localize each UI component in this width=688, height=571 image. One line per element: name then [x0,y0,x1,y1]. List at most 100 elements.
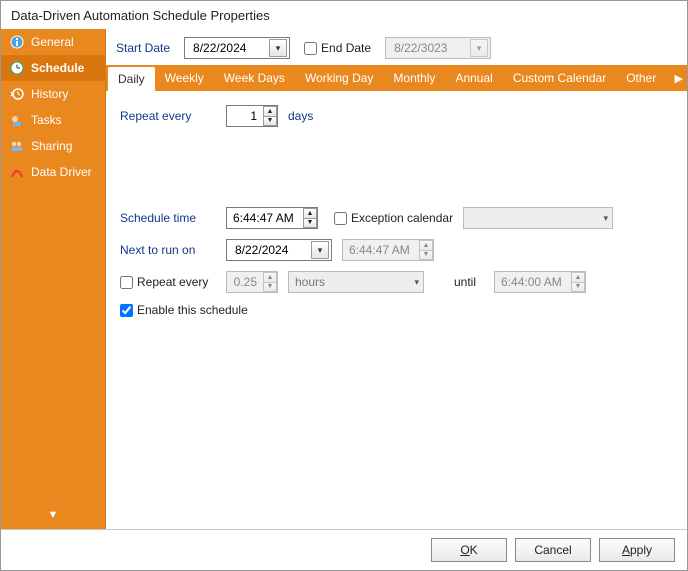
cancel-button[interactable]: Cancel [515,538,591,562]
repeat-unit-value: hours [295,275,325,289]
repeat-days-field[interactable]: ▲▼ [226,105,278,127]
sidebar-item-label: Sharing [31,139,72,153]
tab-weekly[interactable]: Weekly [155,65,214,91]
end-date-checkbox[interactable] [304,42,317,55]
info-icon [9,34,25,50]
history-icon [9,86,25,102]
schedule-time-input[interactable] [231,209,301,227]
tab-custom-calendar[interactable]: Custom Calendar [503,65,616,91]
sharing-icon [9,138,25,154]
end-date-input [392,39,466,57]
next-run-time-input [347,241,417,259]
spin-up-icon: ▲ [264,273,276,282]
sidebar-item-history[interactable]: History [1,81,105,107]
date-range-row: Start Date ▾ End Date ▾ [106,29,687,65]
tab-content: Repeat every ▲▼ days Schedule time ▲▼ [106,91,687,529]
sidebar-item-label: History [31,87,68,101]
sidebar-item-sharing[interactable]: Sharing [1,133,105,159]
next-run-date-dropdown-icon[interactable]: ▾ [311,241,329,259]
tab-scroll-right-icon[interactable]: ▶ [675,65,683,91]
sidebar-expand-arrow[interactable]: ▼ [1,509,105,521]
tab-week-days[interactable]: Week Days [214,65,295,91]
chevron-down-icon: ▾ [414,277,419,288]
tab-working-day[interactable]: Working Day [295,65,383,91]
tab-monthly[interactable]: Monthly [383,65,445,91]
sidebar-item-label: Tasks [31,113,62,127]
start-date-field[interactable]: ▾ [184,37,290,59]
spin-up-icon[interactable]: ▲ [264,107,276,116]
title-bar: Data-Driven Automation Schedule Properti… [1,1,687,29]
schedule-time-row: Schedule time ▲▼ Exception calendar ▾ [120,207,673,229]
dialog-body: General Schedule History Tasks [1,29,687,529]
repeat-unit-combo: hours ▾ [288,271,424,293]
tasks-icon [9,112,25,128]
end-date-checkbox-wrap[interactable]: End Date [304,41,371,55]
until-time-input [499,273,569,291]
dialog-footer: OK Cancel Apply [1,529,687,570]
apply-button[interactable]: Apply [599,538,675,562]
enable-checkbox-wrap[interactable]: Enable this schedule [120,303,248,317]
ok-button[interactable]: OK [431,538,507,562]
repeat-days-label: Repeat every [120,109,216,123]
window-title: Data-Driven Automation Schedule Properti… [11,8,270,23]
repeat-days-row: Repeat every ▲▼ days [120,105,673,127]
main-panel: Start Date ▾ End Date ▾ Daily Weekly Wee… [105,29,687,529]
sidebar-item-label: Schedule [31,61,84,75]
sidebar: General Schedule History Tasks [1,29,105,529]
frequency-tabstrip: Daily Weekly Week Days Working Day Month… [106,65,687,91]
content-spacer [120,137,673,207]
schedule-time-field[interactable]: ▲▼ [226,207,318,229]
next-run-time-field: ▲▼ [342,239,434,261]
tab-other[interactable]: Other [616,65,666,91]
repeat-days-spinner[interactable]: ▲▼ [263,106,277,126]
schedule-time-spinner[interactable]: ▲▼ [303,208,317,228]
spin-down-icon[interactable]: ▼ [304,218,316,228]
schedule-time-label: Schedule time [120,211,216,225]
dialog-window: Data-Driven Automation Schedule Properti… [0,0,688,571]
spin-up-icon: ▲ [420,241,432,250]
sidebar-item-data-driver[interactable]: Data Driver [1,159,105,185]
repeat-interval-label: Repeat every [137,275,208,289]
spin-up-icon[interactable]: ▲ [304,209,316,218]
enable-checkbox[interactable] [120,304,133,317]
until-label: until [454,275,476,289]
start-date-label: Start Date [116,41,170,55]
sidebar-item-schedule[interactable]: Schedule [1,55,105,81]
next-run-time-spinner: ▲▼ [419,240,433,260]
sidebar-item-label: General [31,35,74,49]
clock-icon [9,60,25,76]
enable-label: Enable this schedule [137,303,248,317]
next-run-date-input[interactable] [233,241,307,259]
repeat-days-unit: days [288,109,313,123]
tab-daily[interactable]: Daily [108,67,155,91]
end-date-dropdown-icon: ▾ [470,39,488,57]
start-date-input[interactable] [191,39,265,57]
repeat-interval-row: Repeat every ▲▼ hours ▾ until ▲▼ [120,271,673,293]
data-driver-icon [9,164,25,180]
tab-annual[interactable]: Annual [445,65,502,91]
repeat-interval-checkbox-wrap[interactable]: Repeat every [120,275,216,289]
sidebar-item-label: Data Driver [31,165,92,179]
exception-label: Exception calendar [351,211,453,225]
spin-up-icon: ▲ [572,273,584,282]
spin-down-icon: ▼ [572,282,584,292]
repeat-interval-input [227,273,261,291]
spin-down-icon: ▼ [264,282,276,292]
exception-checkbox-wrap[interactable]: Exception calendar [334,211,453,225]
until-time-field: ▲▼ [494,271,586,293]
next-run-label: Next to run on [120,243,216,257]
exception-checkbox[interactable] [334,212,347,225]
spin-down-icon[interactable]: ▼ [264,116,276,126]
next-run-date-field[interactable]: ▾ [226,239,332,261]
repeat-interval-spinner: ▲▼ [263,272,277,292]
repeat-interval-checkbox[interactable] [120,276,133,289]
chevron-down-icon: ▾ [604,213,609,224]
sidebar-item-general[interactable]: General [1,29,105,55]
next-run-row: Next to run on ▾ ▲▼ [120,239,673,261]
sidebar-item-tasks[interactable]: Tasks [1,107,105,133]
spin-down-icon: ▼ [420,250,432,260]
end-date-field: ▾ [385,37,491,59]
start-date-dropdown-icon[interactable]: ▾ [269,39,287,57]
end-date-label: End Date [321,41,371,55]
repeat-days-input[interactable] [227,107,261,125]
